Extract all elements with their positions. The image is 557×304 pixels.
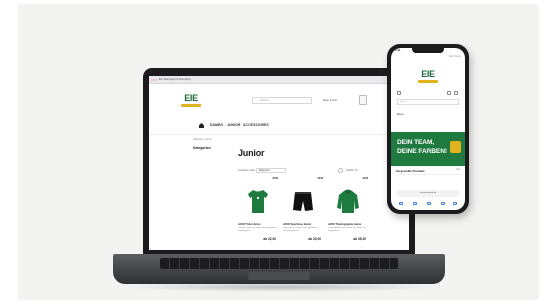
product-card[interactable]: NEW JAKO Sporthose Junior Sporthose für … <box>283 178 323 250</box>
section-title: Vorgestellte Produkte <box>396 169 425 173</box>
logo-stripe <box>181 104 201 107</box>
section-link[interactable]: Alle <box>456 169 460 171</box>
page-title: Junior <box>238 148 265 158</box>
nav-item-junior[interactable]: JUNIOR <box>227 122 240 129</box>
share-icon[interactable] <box>427 202 431 205</box>
banner-line-1: DEIN TEAM, <box>397 139 435 146</box>
breadcrumb[interactable]: Startseite / Junior <box>193 138 212 141</box>
site-header: EIE Suche Mein Konto <box>149 84 409 116</box>
hoodie-icon[interactable] <box>336 188 360 214</box>
header-divider <box>149 134 409 135</box>
main-nav: DAMEN JUNIOR ACCESSOIRES <box>149 120 409 132</box>
phone-logo-stripe <box>418 80 438 83</box>
product-price: ab 22,00 <box>263 237 276 241</box>
phone-account-link[interactable]: Mein Konto <box>391 56 465 62</box>
product-description: Kurzarm-Trikot für Kinder und Jugendlich… <box>238 227 278 232</box>
trackpad <box>248 272 310 280</box>
product-card[interactable]: NEW JAKO Trainingsjacke Junior Trainings… <box>328 178 368 250</box>
keyboard <box>160 258 398 269</box>
phone-search-input[interactable]: Suche <box>397 99 459 105</box>
cart-icon[interactable] <box>454 91 458 95</box>
cart-icon[interactable] <box>359 95 367 105</box>
account-link[interactable]: Mein Konto <box>323 97 337 104</box>
browser-tab-bar: Eie Teamsport Online-Shop <box>149 76 409 84</box>
address-bar[interactable]: eie-teamsport.de <box>397 190 459 197</box>
sort-label: Sortieren nach <box>238 169 255 172</box>
product-price: ab 35,00 <box>353 237 366 241</box>
browser-toolbar <box>391 200 465 208</box>
bookmarks-icon[interactable] <box>441 202 445 205</box>
shorts-icon[interactable] <box>291 188 315 214</box>
nav-item-damen[interactable]: DAMEN <box>210 122 223 129</box>
nav-item-accessoires[interactable]: ACCESSOIRES <box>243 122 269 129</box>
grid-view-icon[interactable] <box>338 168 343 173</box>
home-icon[interactable] <box>199 123 204 128</box>
forward-icon[interactable] <box>413 202 417 205</box>
section-divider <box>396 174 460 175</box>
product-badge: NEW <box>317 178 323 180</box>
phone-header-icons <box>397 91 459 96</box>
search-input[interactable]: Suche <box>252 97 312 104</box>
phone-notch <box>412 48 444 53</box>
back-icon[interactable] <box>399 202 403 205</box>
sort-select[interactable]: Relevanz <box>256 168 286 173</box>
phone-screen: 9:41 Mein Konto EIE Suche Menü DEIN TEAM… <box>391 48 465 210</box>
window-controls-icon[interactable] <box>151 79 157 81</box>
banner-line-2: DEINE FARBEN! <box>397 148 447 155</box>
per-page-select[interactable]: Artikel: 24 <box>346 168 358 173</box>
product-name[interactable]: JAKO Trainingsjacke Junior <box>328 223 368 226</box>
product-description: Sporthose für Kinder und Jugendliche, sc… <box>283 227 319 232</box>
phone-menu-row[interactable]: Menü <box>397 113 459 119</box>
browser-tab-title[interactable]: Eie Teamsport Online-Shop <box>159 78 191 81</box>
product-name[interactable]: JAKO Sporthose Junior <box>283 223 323 226</box>
laptop-screen: Eie Teamsport Online-Shop EIE Suche Mein… <box>149 76 409 250</box>
menu-icon[interactable] <box>397 91 401 95</box>
site-logo[interactable]: EIE <box>181 94 201 108</box>
sidebar-title: Kategorien <box>193 146 211 150</box>
user-icon[interactable] <box>447 91 451 95</box>
phone-logo-text: EIE <box>421 69 435 79</box>
product-description: Trainingsjacke mit Kapuze für Kinder und… <box>328 227 366 232</box>
site-logo-text: EIE <box>184 93 198 103</box>
product-card[interactable]: NEW JAKO Trikot Junior Kurzarm-Trikot fü… <box>238 178 278 250</box>
shirt-icon[interactable] <box>246 188 270 214</box>
crest-icon <box>450 141 461 153</box>
product-badge: NEW <box>272 178 278 180</box>
product-price: ab 20,00 <box>308 237 321 241</box>
product-badge: NEW <box>362 178 368 180</box>
product-name[interactable]: JAKO Trikot Junior <box>238 223 278 226</box>
hero-banner[interactable]: DEIN TEAM, DEINE FARBEN! <box>391 132 465 166</box>
phone-site-logo[interactable]: EIE <box>418 70 438 84</box>
tabs-icon[interactable] <box>453 202 457 205</box>
